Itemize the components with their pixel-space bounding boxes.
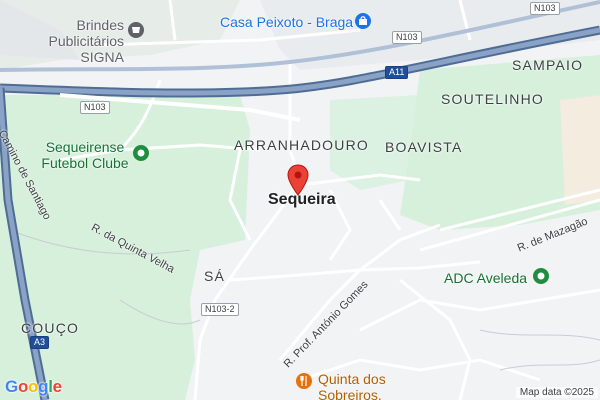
- sports-icon[interactable]: [133, 145, 149, 161]
- shopping-bag-icon[interactable]: [355, 13, 371, 29]
- place-label-arranhadouro: ARRANHADOURO: [234, 137, 369, 153]
- place-label-soutelinho: SOUTELINHO: [441, 91, 545, 107]
- google-logo[interactable]: Google: [5, 377, 62, 397]
- route-shield-n103-top: N103: [530, 2, 560, 15]
- google-logo-text: Google: [5, 377, 62, 396]
- route-shield-n103-mid: N103: [392, 31, 422, 44]
- route-shield-a3: A3: [30, 336, 50, 349]
- sand-area: [560, 95, 600, 205]
- poi-label-adc-aveleda[interactable]: ADC Aveleda: [444, 270, 527, 286]
- location-pin-icon[interactable]: [287, 164, 309, 196]
- route-shield-a11: A11: [385, 66, 409, 79]
- place-label-couco: COUÇO: [21, 320, 80, 336]
- sports-icon[interactable]: [533, 268, 549, 284]
- poi-label-sequeirense[interactable]: Sequeirense Futebol Clube: [40, 139, 130, 171]
- place-label-boavista: BOAVISTA: [385, 139, 463, 155]
- route-shield-n103-2: N103-2: [201, 303, 239, 316]
- poi-label-casa-peixoto[interactable]: Casa Peixoto - Braga: [220, 14, 353, 30]
- restaurant-icon[interactable]: [296, 373, 312, 389]
- route-shield-n103-left: N103: [80, 101, 110, 114]
- poi-label-brindes[interactable]: Brindes Publicitários SIGNA: [2, 17, 124, 65]
- map-attribution[interactable]: Map data ©2025: [515, 387, 598, 398]
- place-label-sampaio: SAMPAIO: [512, 57, 584, 73]
- store-icon[interactable]: [128, 22, 144, 38]
- poi-label-quinta[interactable]: Quinta dos Sobreiros, Lda: [318, 371, 408, 400]
- place-label-sa: SÁ: [204, 268, 226, 284]
- map-canvas[interactable]: N103 N103 N103 A11 N103-2 A3 ARRANHADOUR…: [0, 0, 600, 400]
